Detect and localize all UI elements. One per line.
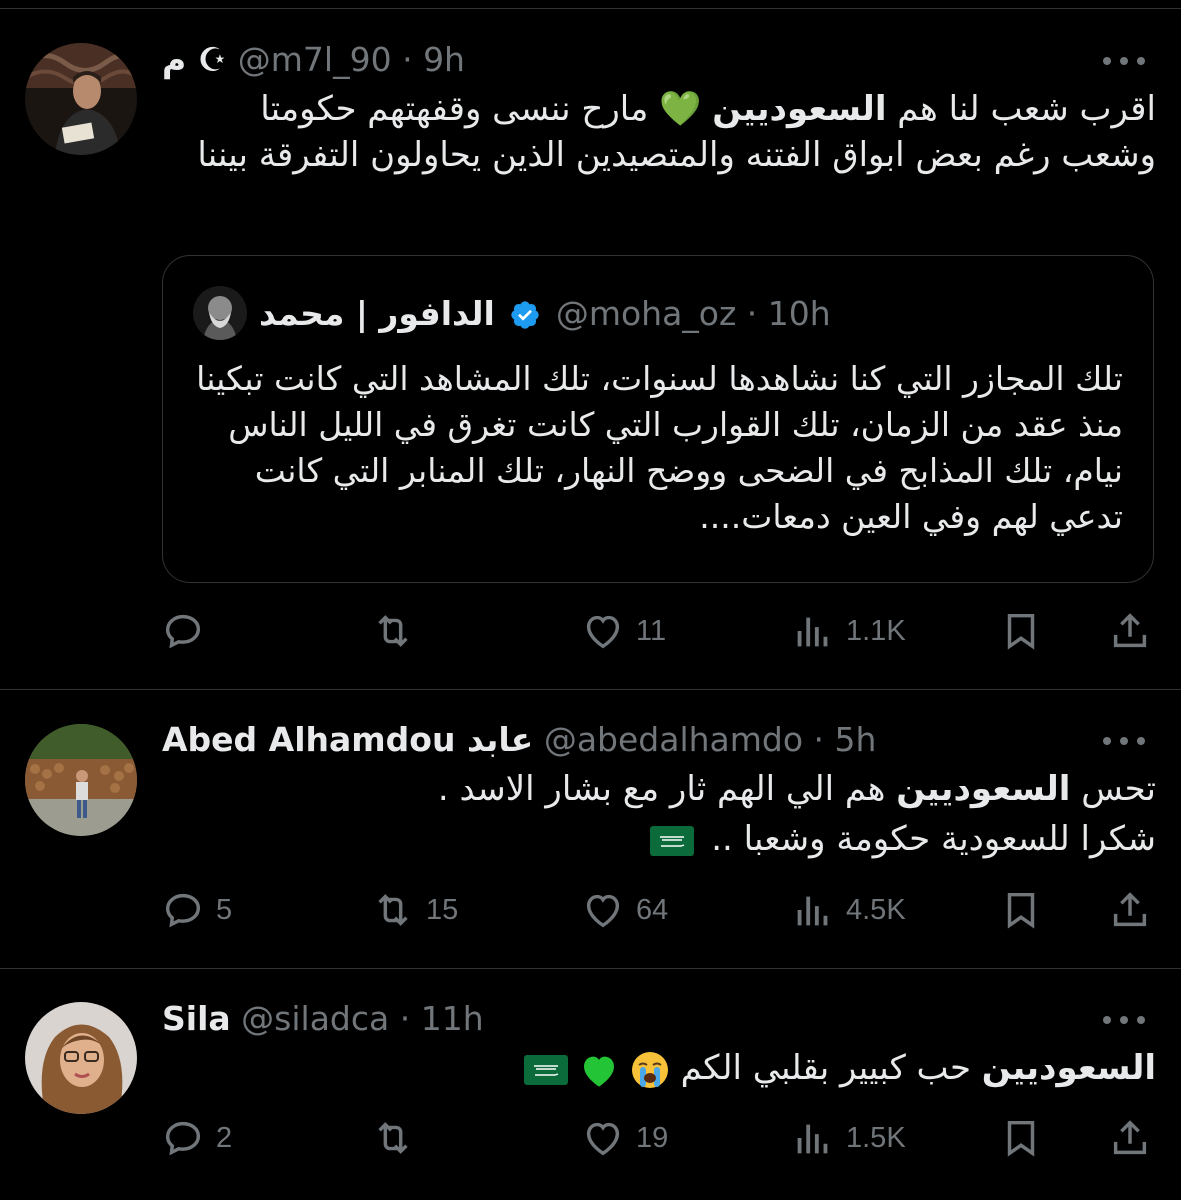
verified-badge-icon [511,301,539,329]
like-count: 11 [636,614,667,647]
retweet-icon [378,1122,408,1154]
share-icon [1113,892,1147,927]
quoted-text: تلك المجازر التي كنا نشاهدها لسنوات، تلك… [196,359,1123,536]
retweet-button[interactable]: 15 [370,885,458,935]
tweet-time[interactable]: 11h [421,999,484,1038]
author-handle[interactable]: @m7l_90 [238,40,392,79]
tweet-header: م ☪ @m7l_90 · 9h [162,40,1101,80]
bookmark-icon [1007,1120,1035,1157]
views-count: 1.5K [846,1121,906,1154]
views-count: 1.1K [846,614,906,647]
quoted-time[interactable]: 10h [768,294,831,333]
share-button[interactable] [1107,1113,1153,1163]
bookmark-icon [1007,613,1035,650]
quoted-avatar [193,286,247,340]
tweet-text: تحس السعوديين هم الي الهم ثار مع بشار ال… [162,766,1156,862]
share-icon [1113,1120,1147,1155]
action-bar: 5 15 64 4.5K [0,885,1181,935]
more-options-icon[interactable] [1103,735,1145,747]
avatar[interactable] [25,43,137,155]
tweet-1[interactable]: م ☪ @m7l_90 · 9h اقرب شعب لنا هم السعودي… [0,0,1181,690]
views-icon [797,1124,828,1154]
more-options-icon[interactable] [1103,55,1145,67]
share-button[interactable] [1107,606,1153,656]
tweet-time[interactable]: 5h [835,720,877,759]
separator-dot: · [803,720,835,759]
reply-count: 2 [216,1121,233,1154]
author-name[interactable]: Sila [162,999,231,1038]
avatar[interactable] [25,1002,137,1114]
more-options-icon[interactable] [1103,1014,1145,1026]
tweet-text-bold: السعوديين [712,89,887,129]
like-button[interactable]: 11 [580,606,666,656]
avatar[interactable] [25,724,137,836]
tweet-time[interactable]: 9h [423,40,465,79]
author-name[interactable]: م ☪ [162,40,227,79]
retweet-button[interactable] [370,1113,426,1163]
quoted-tweet[interactable]: الدافور | محمد @moha_oz · 10h تلك المجاز… [162,255,1154,583]
tweet-text: السعوديين حب كبيير بقلبي الكم [162,1045,1156,1091]
quoted-author-name[interactable]: الدافور | محمد [259,294,495,333]
tweet-text-part: هم الي الهم ثار مع بشار الاسد . [437,769,897,809]
tweet-line-1: تحس السعوديين هم الي الهم ثار مع بشار ال… [162,766,1156,812]
tweet-line-2: شكرا للسعودية حكومة وشعبا .. [162,816,1156,862]
bookmark-button[interactable] [998,606,1044,656]
retweet-button[interactable] [370,606,426,656]
green-heart-icon [584,1056,615,1087]
reply-icon [165,1121,201,1156]
crying-face-icon [631,1051,668,1088]
views-button[interactable]: 1.5K [790,1113,906,1163]
tweet-2[interactable]: Abed Alhamdou عابد @abedalhamdo · 5h تحس… [0,690,1181,968]
bookmark-button[interactable] [998,885,1044,935]
separator-dot: · [736,294,768,333]
author-handle[interactable]: @siladca [241,999,389,1038]
retweet-count: 15 [426,893,459,926]
like-count: 19 [636,1121,669,1154]
heart-icon [586,1122,620,1156]
tweet-text-part: تحس [1070,769,1156,809]
reply-button[interactable]: 2 [160,1113,232,1163]
author-handle[interactable]: @abedalhamdo [544,720,803,759]
views-button[interactable]: 1.1K [790,606,906,656]
views-count: 4.5K [846,893,906,926]
quoted-handle[interactable]: @moha_oz [556,294,737,333]
reply-button[interactable]: 5 [160,885,232,935]
share-button[interactable] [1107,885,1153,935]
retweet-icon [378,894,408,926]
bookmark-button[interactable] [998,1113,1044,1163]
like-button[interactable]: 19 [580,1113,668,1163]
reply-icon [165,614,201,649]
tweet-text-bold: السعوديين [896,769,1071,809]
author-name[interactable]: Abed Alhamdou عابد [162,720,533,759]
action-bar: 11 1.1K [0,606,1181,656]
tweet-3[interactable]: Sila @siladca · 11h السعوديين حب كبيير ب… [0,969,1181,1200]
tweet-header: Sila @siladca · 11h [162,999,1101,1039]
heart-icon [586,615,620,649]
reply-count: 5 [216,893,233,926]
saudi-flag-icon [650,825,695,856]
saudi-flag-icon [524,1054,569,1085]
views-button[interactable]: 4.5K [790,885,906,935]
separator-dot: · [391,40,424,79]
tweet-header: Abed Alhamdou عابد @abedalhamdo · 5h [162,720,1101,760]
tweet-text-part: اقرب شعب لنا هم [886,89,1156,129]
tweet-text: اقرب شعب لنا هم السعوديين 💚 مارح ننسى وق… [162,86,1156,178]
views-icon [797,896,828,926]
tweet-text-part: حب كبيير بقلبي الكم [669,1048,982,1088]
separator-dot: · [389,999,421,1038]
like-button[interactable]: 64 [580,885,668,935]
share-icon [1113,613,1147,648]
quoted-header: الدافور | محمد @moha_oz · 10h [259,294,1133,334]
action-bar: 2 19 1.5K [0,1113,1181,1163]
retweet-icon [378,615,408,647]
reply-button[interactable] [160,606,216,656]
reply-icon [165,893,201,928]
views-icon [797,617,828,647]
bookmark-icon [1007,892,1035,929]
tweet-text-part: شكرا للسعودية حكومة وشعبا .. [711,819,1156,859]
like-count: 64 [636,893,669,926]
heart-icon [586,894,620,928]
tweet-text-bold: السعوديين [981,1048,1156,1088]
